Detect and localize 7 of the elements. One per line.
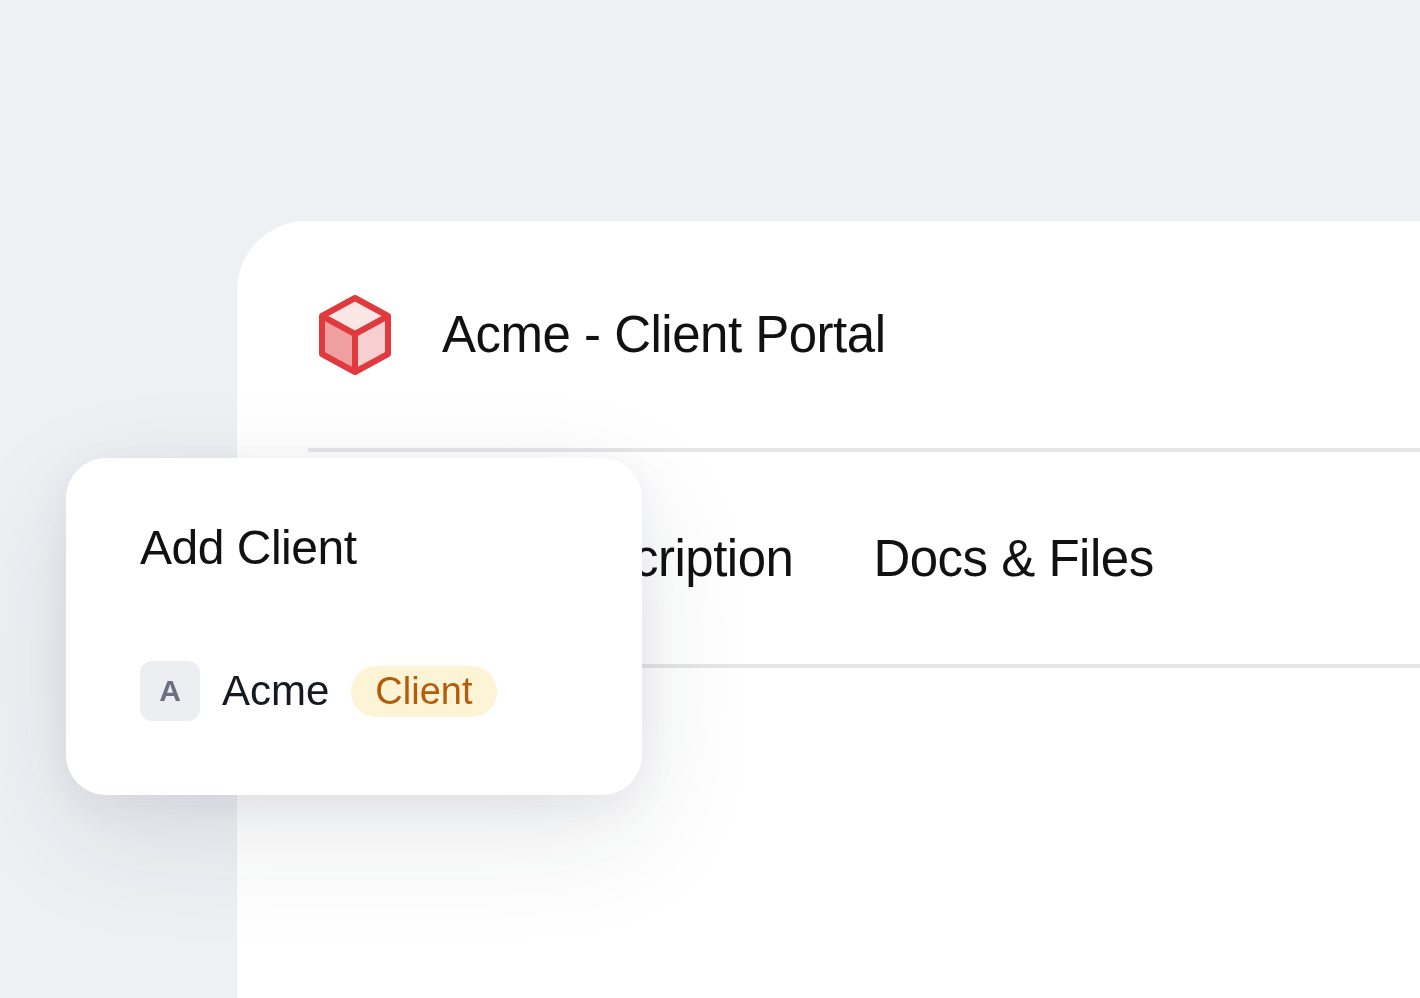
cube-icon [318, 293, 392, 376]
client-name: Acme [222, 667, 330, 715]
portal-title: Acme - Client Portal [442, 305, 886, 364]
tab[interactable]: Docs & Files [873, 528, 1154, 588]
popup-title: Add Client [140, 520, 358, 575]
avatar: A [140, 661, 200, 721]
client-badge: Client [351, 665, 497, 717]
